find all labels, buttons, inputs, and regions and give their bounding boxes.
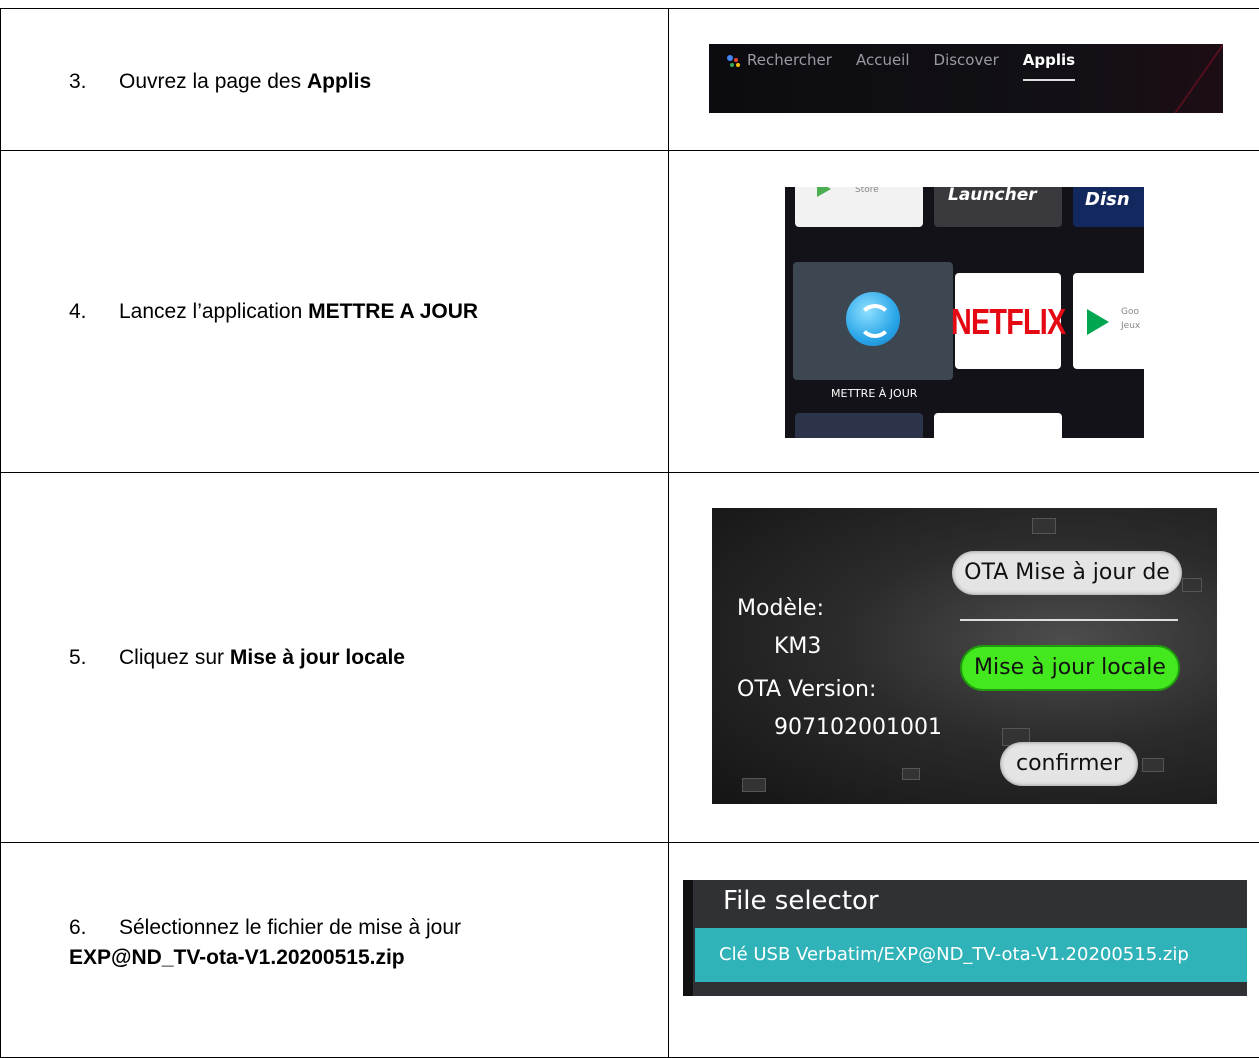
file-list-item[interactable]: Clé USB Verbatim/EXP@ND_TV-ota-V1.202005… <box>695 928 1247 982</box>
step-cell: 6.Sélectionnez le fichier de mise à jour… <box>1 843 669 1058</box>
step-5-text: 5.Cliquez sur Mise à jour locale <box>69 643 405 673</box>
confirm-button[interactable]: confirmer <box>1000 742 1138 786</box>
model-label: Modèle: <box>737 590 824 628</box>
apps-screenshot: Store Launcher Disn METTRE À JOUR NETFLI… <box>785 187 1144 438</box>
app-tile[interactable] <box>795 413 923 438</box>
version-label: OTA Version: <box>737 671 876 709</box>
local-update-button[interactable]: Mise à jour locale <box>960 645 1180 691</box>
version-value: 907102001001 <box>774 709 942 747</box>
app-tile[interactable] <box>934 413 1062 438</box>
refresh-icon <box>846 292 900 346</box>
step-6-text: 6.Sélectionnez le fichier de mise à jour… <box>69 913 461 973</box>
google-play-games-icon <box>1087 309 1109 335</box>
step-cell: 4.Lancez l’application METTRE A JOUR <box>1 151 669 473</box>
image-cell: Modèle: KM3 OTA Version: 907102001001 OT… <box>669 473 1259 843</box>
image-cell: Store Launcher Disn METTRE À JOUR NETFLI… <box>669 151 1259 473</box>
file-selector-title: File selector <box>723 886 879 916</box>
nav-item-search[interactable]: Rechercher <box>747 51 832 69</box>
step-4-text: 4.Lancez l’application METTRE A JOUR <box>69 297 478 327</box>
step-cell: 5.Cliquez sur Mise à jour locale <box>1 473 669 843</box>
file-selector-screenshot: File selector Clé USB Verbatim/EXP@ND_TV… <box>683 880 1247 996</box>
play-store-tile[interactable]: Store <box>795 187 923 227</box>
netflix-tile[interactable]: NETFLIX <box>955 273 1061 369</box>
model-value: KM3 <box>774 628 821 666</box>
image-cell: Rechercher Accueil Discover Applis <box>669 9 1259 151</box>
ota-screenshot: Modèle: KM3 OTA Version: 907102001001 OT… <box>712 508 1217 804</box>
divider <box>960 619 1178 621</box>
nav-screenshot: Rechercher Accueil Discover Applis <box>709 44 1223 113</box>
nav-item-home[interactable]: Accueil <box>856 51 910 69</box>
nav-item-discover[interactable]: Discover <box>934 51 999 69</box>
image-cell: File selector Clé USB Verbatim/EXP@ND_TV… <box>669 843 1259 1058</box>
steps-table: 3.Ouvrez la page des Applis Rechercher A… <box>0 8 1259 1058</box>
nav-item-apps[interactable]: Applis <box>1023 51 1075 69</box>
ota-update-button[interactable]: OTA Mise à jour de <box>952 551 1182 595</box>
launcher-tile[interactable]: Launcher <box>934 187 1062 227</box>
step-cell: 3.Ouvrez la page des Applis <box>1 9 669 151</box>
mettre-a-jour-tile[interactable] <box>793 262 953 380</box>
step-3-text: 3.Ouvrez la page des Applis <box>69 67 371 97</box>
assistant-icon <box>727 53 741 67</box>
mettre-a-jour-label: METTRE À JOUR <box>831 387 917 400</box>
disney-tile[interactable]: Disn <box>1073 187 1144 227</box>
google-games-tile[interactable]: Goo Jeux <box>1073 273 1144 369</box>
play-store-icon <box>817 187 831 197</box>
